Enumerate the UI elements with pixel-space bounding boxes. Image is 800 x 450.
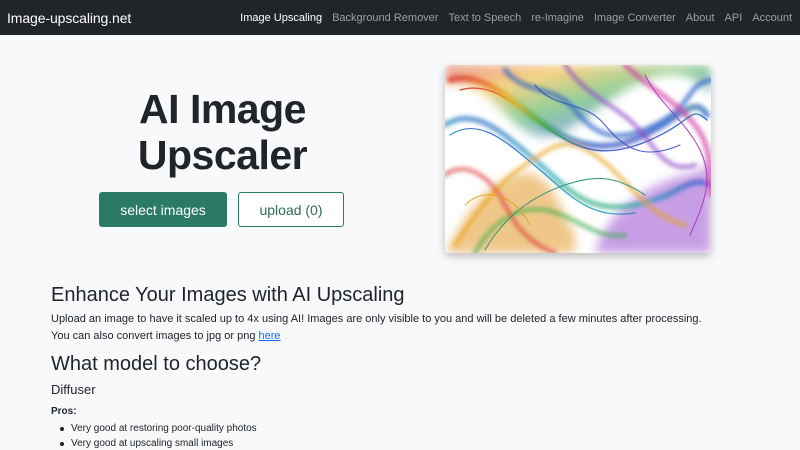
- section-heading-enhance: Enhance Your Images with AI Upscaling: [51, 284, 405, 306]
- page-title-line2: Upscaler: [137, 132, 308, 178]
- convert-here-link[interactable]: here: [259, 330, 281, 342]
- main-content: Enhance Your Images with AI Upscaling Up…: [51, 282, 751, 450]
- page-title: AI Image Upscaler: [90, 86, 355, 178]
- list-item: Very good at restoring poor-quality phot…: [51, 421, 751, 436]
- nav-link-image-converter[interactable]: Image Converter: [589, 12, 681, 24]
- nav-link-image-upscaling[interactable]: Image Upscaling: [235, 12, 327, 24]
- upload-button[interactable]: upload (0): [238, 192, 344, 227]
- smoke-illustration: [445, 65, 711, 253]
- description-text: Upload an image to have it scaled up to …: [51, 311, 751, 345]
- nav-link-api[interactable]: API: [720, 12, 748, 24]
- select-images-button[interactable]: select images: [99, 192, 227, 227]
- top-navbar: Image-upscaling.net Image Upscaling Back…: [0, 0, 800, 35]
- colorful-smoke-image: [445, 65, 711, 253]
- description-line2: You can also convert images to jpg or pn…: [51, 330, 259, 342]
- section-heading-model: What model to choose?: [51, 353, 262, 375]
- description-line1: Upload an image to have it scaled up to …: [51, 313, 702, 325]
- nav-link-text-to-speech[interactable]: Text to Speech: [443, 12, 526, 24]
- nav-link-background-remover[interactable]: Background Remover: [327, 12, 443, 24]
- nav-link-about[interactable]: About: [681, 12, 720, 24]
- brand-logo-link[interactable]: Image-upscaling.net: [7, 10, 131, 26]
- pros-list: Very good at restoring poor-quality phot…: [51, 421, 751, 450]
- pros-label: Pros:: [51, 406, 77, 417]
- list-item: Very good at upscaling small images: [51, 436, 751, 450]
- nav-links: Image Upscaling Background Remover Text …: [235, 12, 792, 24]
- model-name-heading: Diffuser: [51, 382, 96, 397]
- nav-link-account[interactable]: Account: [747, 12, 792, 24]
- page-title-line1: AI Image: [139, 86, 306, 132]
- nav-link-re-imagine[interactable]: re-Imagine: [526, 12, 589, 24]
